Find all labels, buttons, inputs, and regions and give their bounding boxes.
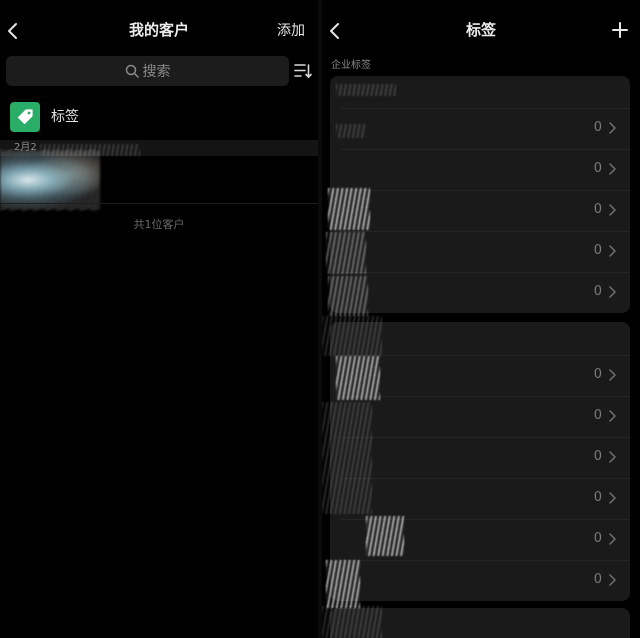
tag-list-screen: 标签 企业标签 0 0 0 0 0 0 0 0 0 0 0 [322,0,640,638]
tag-group: 0 0 0 0 0 0 [330,322,630,601]
tag-count: 0 [593,284,602,299]
add-button[interactable]: 添加 [277,20,305,42]
tag-row[interactable]: 0 [330,190,630,231]
date-section-label: 2月2 [14,142,37,153]
add-tag-button[interactable] [612,22,628,38]
tag-count: 0 [593,490,602,505]
plus-icon [612,22,628,38]
chevron-right-icon [609,122,616,134]
tag-row[interactable]: 0 [330,231,630,272]
tag-row[interactable]: 0 [330,519,630,560]
tag-count: 0 [593,572,602,587]
sort-button[interactable] [294,62,312,80]
chevron-right-icon [609,204,616,216]
page-title: 标签 [465,21,496,39]
customer-row[interactable] [0,156,318,203]
tag-count: 0 [593,120,602,135]
tag-count: 0 [593,161,602,176]
tag-row[interactable]: 0 [330,272,630,313]
tag-row[interactable]: 0 [330,149,630,190]
tag-row[interactable]: 0 [330,560,630,601]
tag-row[interactable]: 0 [330,437,630,478]
tag-entry-label: 标签 [51,109,79,125]
tag-group-header[interactable] [330,608,630,638]
tag-count: 0 [593,531,602,546]
customer-count: 共1位客户 [133,218,185,231]
tag-entry-row[interactable]: 标签 [0,98,318,136]
tag-icon [17,109,33,125]
tag-group-header[interactable] [330,76,630,108]
enterprise-tags-label: 企业标签 [331,60,371,71]
tag-row[interactable]: 0 [330,355,630,396]
chevron-right-icon [609,492,616,504]
search-icon [125,64,139,78]
chevron-right-icon [609,410,616,422]
tag-row[interactable]: 0 [330,108,630,149]
chevron-right-icon [609,451,616,463]
sort-icon [294,64,312,79]
chevron-right-icon [609,574,616,586]
customer-list-screen: 我的客户 添加 搜索 标签 2月2 共1位客户 [0,0,318,638]
divider [0,203,318,204]
chevron-right-icon [609,163,616,175]
tag-group-header[interactable] [330,322,630,355]
chevron-right-icon [609,245,616,257]
tag-count: 0 [593,408,602,423]
tag-group: 0 0 0 0 0 [330,76,630,313]
tag-count: 0 [593,243,602,258]
tag-row[interactable]: 0 [330,478,630,519]
search-placeholder: 搜索 [142,64,171,80]
tag-group [330,608,630,638]
tag-icon-box [10,102,40,132]
tag-row[interactable]: 0 [330,396,630,437]
chevron-right-icon [609,369,616,381]
chevron-right-icon [609,286,616,298]
tag-count: 0 [593,202,602,217]
search-input[interactable]: 搜索 [6,56,289,86]
page-title: 我的客户 [128,21,189,39]
tag-count: 0 [593,449,602,464]
chevron-right-icon [609,533,616,545]
tag-count: 0 [593,367,602,382]
date-section-header: 2月2 [0,140,318,156]
